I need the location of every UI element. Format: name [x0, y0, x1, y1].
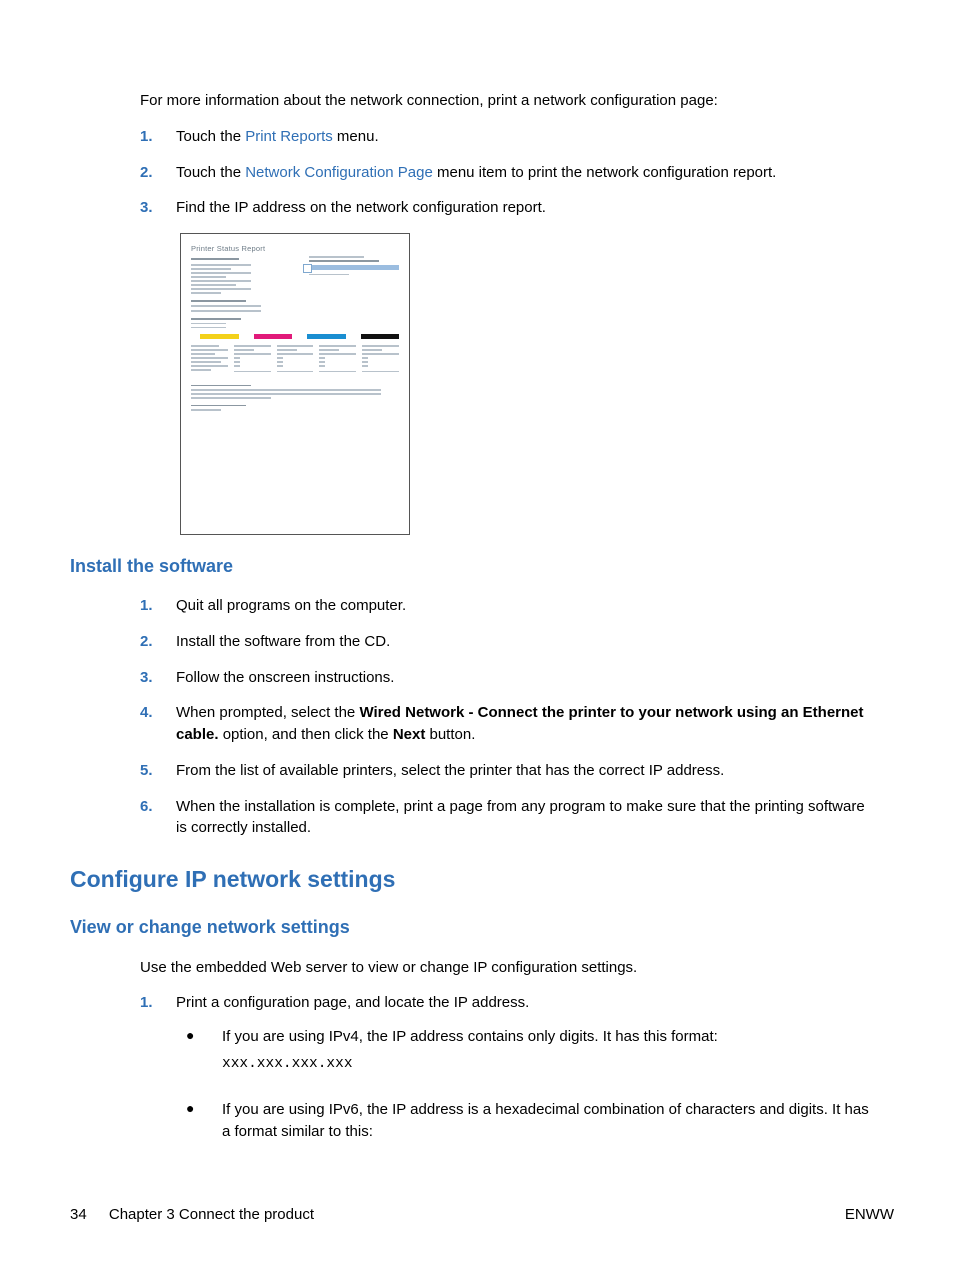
text-fragment: menu item to print the network configura…	[433, 164, 777, 181]
bold-next: Next	[393, 726, 426, 743]
step-number: 6.	[140, 796, 176, 818]
report-page: Printer Status Report	[180, 233, 410, 535]
install-steps-list: 1. Quit all programs on the computer. 2.…	[140, 595, 874, 839]
progress-bar-icon	[309, 265, 399, 270]
install-step-6: 6. When the installation is complete, pr…	[140, 796, 874, 840]
step-text: From the list of available printers, sel…	[176, 760, 874, 782]
step-number: 3.	[140, 197, 176, 219]
step-text: When the installation is complete, print…	[176, 796, 874, 840]
ipv4-bullet: ● If you are using IPv4, the IP address …	[176, 1026, 874, 1087]
step-text: When prompted, select the Wired Network …	[176, 702, 874, 746]
ipv4-format-code: xxx.xxx.xxx.xxx	[222, 1054, 874, 1075]
text-fragment: Print a configuration page, and locate t…	[176, 994, 529, 1011]
top-steps-list: 1. Touch the Print Reports menu. 2. Touc…	[140, 126, 874, 219]
step-1: 1. Touch the Print Reports menu.	[140, 126, 874, 148]
text-fragment: button.	[425, 726, 475, 743]
step-number: 5.	[140, 760, 176, 782]
install-step-3: 3. Follow the onscreen instructions.	[140, 667, 874, 689]
text-fragment: Touch the	[176, 164, 245, 181]
text-fragment: option, and then click the	[219, 726, 393, 743]
text-fragment: When prompted, select the	[176, 704, 359, 721]
step-2: 2. Touch the Network Configuration Page …	[140, 162, 874, 184]
footer-right: ENWW	[845, 1204, 894, 1226]
page-number: 34	[70, 1206, 87, 1223]
step-text: Install the software from the CD.	[176, 631, 874, 653]
view-change-heading: View or change network settings	[70, 914, 894, 940]
bullet-text: If you are using IPv6, the IP address is…	[222, 1099, 874, 1143]
report-info-box	[309, 256, 399, 278]
chapter-label: Chapter 3 Connect the product	[109, 1206, 314, 1223]
step-number: 2.	[140, 631, 176, 653]
text-fragment: Touch the	[176, 128, 245, 145]
step-text: Print a configuration page, and locate t…	[176, 992, 874, 1154]
text-fragment: menu.	[333, 128, 379, 145]
view-intro-paragraph: Use the embedded Web server to view or c…	[140, 957, 874, 979]
step-number: 2.	[140, 162, 176, 184]
print-reports-link[interactable]: Print Reports	[245, 128, 333, 145]
step-number: 1.	[140, 595, 176, 617]
intro-paragraph: For more information about the network c…	[140, 90, 874, 112]
bullet-icon: ●	[176, 1026, 222, 1046]
bullet-text: If you are using IPv4, the IP address co…	[222, 1026, 874, 1087]
step-number: 1.	[140, 126, 176, 148]
install-step-2: 2. Install the software from the CD.	[140, 631, 874, 653]
printer-status-report-figure: Printer Status Report	[180, 233, 874, 535]
install-step-5: 5. From the list of available printers, …	[140, 760, 874, 782]
step-number: 1.	[140, 992, 176, 1014]
step-3: 3. Find the IP address on the network co…	[140, 197, 874, 219]
ip-format-bullets: ● If you are using IPv4, the IP address …	[176, 1026, 874, 1142]
view-step-1: 1. Print a configuration page, and locat…	[140, 992, 874, 1154]
install-step-1: 1. Quit all programs on the computer.	[140, 595, 874, 617]
install-software-heading: Install the software	[70, 553, 894, 579]
step-text: Find the IP address on the network confi…	[176, 197, 874, 219]
view-steps-list: 1. Print a configuration page, and locat…	[140, 992, 874, 1154]
network-config-page-link[interactable]: Network Configuration Page	[245, 164, 433, 181]
ipv6-bullet: ● If you are using IPv6, the IP address …	[176, 1099, 874, 1143]
step-text: Follow the onscreen instructions.	[176, 667, 874, 689]
ink-levels-icon	[191, 334, 399, 339]
step-text: Quit all programs on the computer.	[176, 595, 874, 617]
configure-ip-heading: Configure IP network settings	[70, 863, 894, 896]
step-text: Touch the Print Reports menu.	[176, 126, 874, 148]
step-number: 4.	[140, 702, 176, 724]
step-number: 3.	[140, 667, 176, 689]
text-fragment: If you are using IPv4, the IP address co…	[222, 1028, 718, 1045]
step-text: Touch the Network Configuration Page men…	[176, 162, 874, 184]
report-title: Printer Status Report	[191, 244, 399, 255]
footer-left: 34 Chapter 3 Connect the product	[70, 1204, 314, 1226]
install-step-4: 4. When prompted, select the Wired Netwo…	[140, 702, 874, 746]
page-footer: 34 Chapter 3 Connect the product ENWW	[70, 1204, 894, 1226]
bullet-icon: ●	[176, 1099, 222, 1119]
